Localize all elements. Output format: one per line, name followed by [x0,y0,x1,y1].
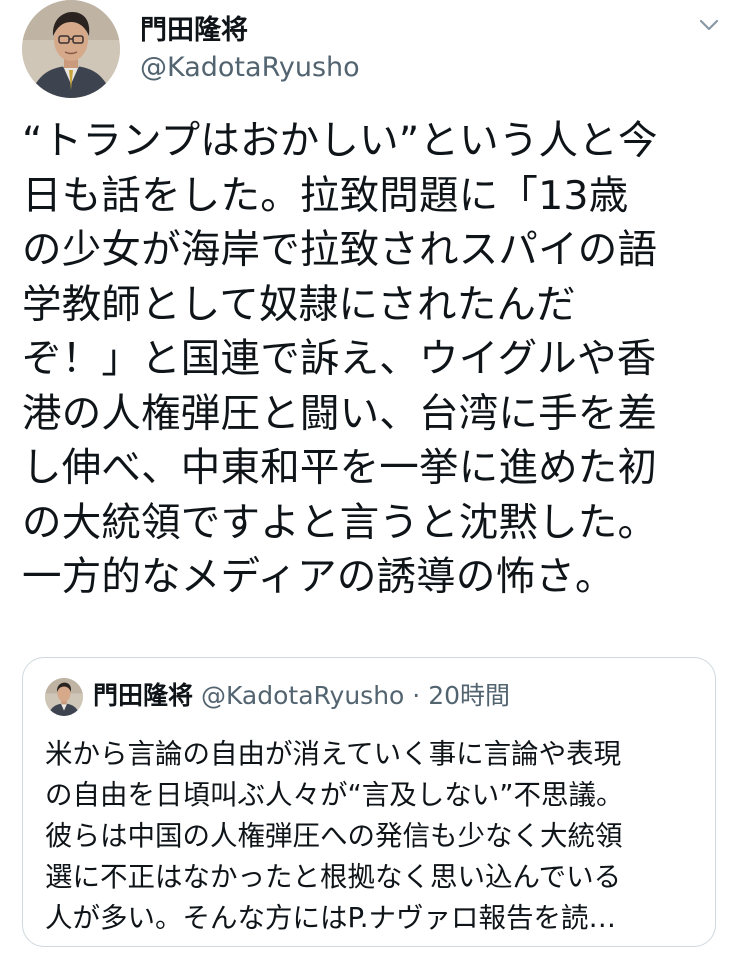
tweet-body: “トランプはおかしい”という人と今 日も話をした。拉致問題に「13歳 の少女が海… [22,118,658,600]
quoted-avatar-photo [45,678,83,716]
tweet-header: 門田隆将 @KadotaRyusho [22,0,722,100]
quoted-avatar [45,678,83,716]
separator-dot: · [412,681,421,710]
user-handle[interactable]: @KadotaRyusho [140,52,360,83]
quoted-header: 門田隆将 @KadotaRyusho · 20時間 [93,678,510,714]
quoted-timestamp[interactable]: 20時間 [428,681,510,710]
quoted-display-name: 門田隆将 [93,681,194,710]
display-name[interactable]: 門田隆将 [140,8,248,47]
quoted-user-handle: @KadotaRyusho [200,681,405,710]
avatar[interactable] [22,0,120,98]
chevron-down-icon[interactable] [692,8,726,42]
quoted-tweet[interactable]: 門田隆将 @KadotaRyusho · 20時間 米から言論の自由が消えていく… [22,657,716,947]
quoted-tweet-body: 米から言論の自由が消えていく事に言論や表現 の自由を日頃叫ぶ人々が“言及しない”… [45,738,624,934]
avatar-photo [22,0,120,98]
